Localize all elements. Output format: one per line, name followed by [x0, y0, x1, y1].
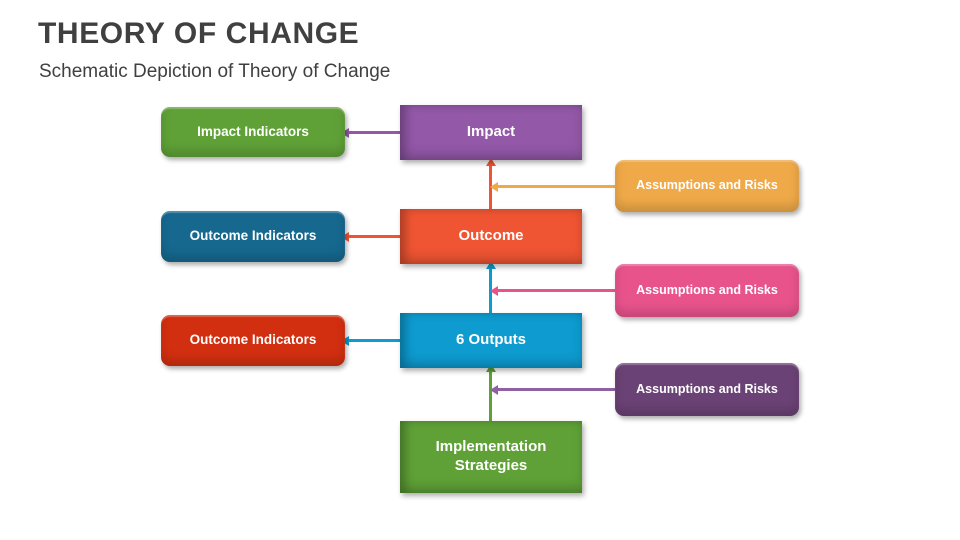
node-outcome-indicators-2-label: Outcome Indicators: [189, 332, 317, 348]
connector-risk3-to-chain: [497, 388, 617, 391]
node-assumptions-risks-1[interactable]: Assumptions and Risks: [615, 160, 799, 212]
node-impact-indicators[interactable]: Impact Indicators: [161, 107, 345, 157]
node-outputs[interactable]: 6 Outputs: [400, 313, 582, 368]
page-title: THEORY OF CHANGE: [38, 17, 360, 50]
node-outcome[interactable]: Outcome: [400, 209, 582, 264]
arrowhead-risk3-to-chain: [490, 384, 498, 395]
node-outputs-label: 6 Outputs: [456, 331, 526, 349]
node-assumptions-risks-2[interactable]: Assumptions and Risks: [615, 264, 799, 317]
connector-outputs-to-outcome-indicators: [348, 339, 403, 342]
node-implementation-strategies[interactable]: Implementation Strategies: [400, 421, 582, 493]
node-assumptions-risks-2-label: Assumptions and Risks: [636, 282, 778, 297]
page-subtitle: Schematic Depiction of Theory of Change: [39, 61, 391, 82]
arrowhead-risk1-to-chain: [490, 181, 498, 192]
node-impact-indicators-label: Impact Indicators: [197, 123, 309, 139]
connector-risk2-to-chain: [497, 289, 617, 292]
node-assumptions-risks-1-label: Assumptions and Risks: [636, 178, 778, 193]
node-outcome-label: Outcome: [458, 227, 524, 245]
node-outcome-indicators-1-label: Outcome Indicators: [189, 228, 317, 244]
connector-outcome-to-outcome-indicators: [348, 235, 403, 238]
connector-risk1-to-chain: [497, 185, 617, 188]
node-outcome-indicators-1[interactable]: Outcome Indicators: [161, 211, 345, 262]
connector-strategies-to-outputs: [489, 371, 492, 421]
arrowhead-risk2-to-chain: [490, 285, 498, 296]
slide-canvas: THEORY OF CHANGE Schematic Depiction of …: [0, 0, 960, 540]
node-assumptions-risks-3-label: Assumptions and Risks: [636, 381, 778, 396]
node-outcome-indicators-2[interactable]: Outcome Indicators: [161, 315, 345, 366]
node-impact[interactable]: Impact: [400, 105, 582, 160]
node-assumptions-risks-3[interactable]: Assumptions and Risks: [615, 363, 799, 416]
connector-impact-to-impact-indicators: [348, 131, 403, 134]
node-impact-label: Impact: [466, 123, 516, 141]
node-implementation-strategies-label: Implementation Strategies: [435, 438, 547, 474]
